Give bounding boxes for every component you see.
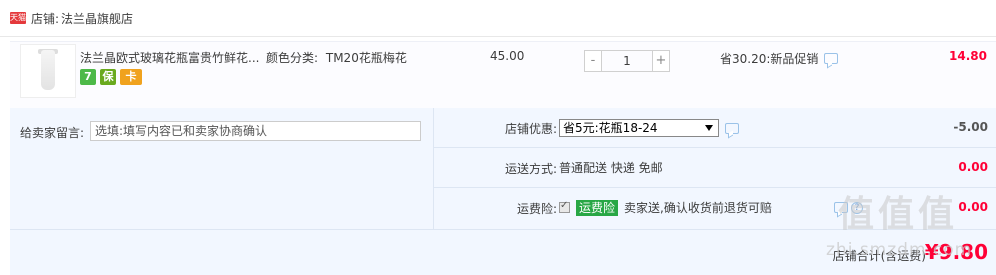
discount-select[interactable]: 省5元:花瓶18-24 (559, 119, 719, 137)
discount-selected: 省5元:花瓶18-24 (563, 121, 658, 135)
credit-card-icon[interactable]: 卡 (120, 69, 142, 85)
shop-label: 店铺: (31, 11, 60, 26)
insurance-row: 运费险: 运费险 卖家送,确认收货前退货可赔 ? 0.00 (434, 188, 996, 228)
guarantee-icon[interactable]: 保 (100, 69, 116, 85)
insurance-chat-icon[interactable] (834, 202, 848, 213)
unit-price: 45.00 (490, 49, 525, 63)
dropdown-arrow-icon (705, 125, 713, 131)
seven-day-return-icon[interactable]: 7 (80, 69, 96, 85)
total-label: 店铺合计(含运费) (832, 249, 926, 263)
shipping-label: 运送方式: (504, 162, 557, 176)
help-icon[interactable]: ? (851, 202, 863, 214)
discount-label: 店铺优惠: (504, 122, 557, 136)
shop-name-link[interactable]: 法兰晶旗舰店 (61, 10, 133, 27)
discount-content: 省5元:花瓶18-24 (559, 119, 739, 137)
discount-chat-icon[interactable] (725, 122, 739, 134)
tmall-badge: 天猫 (10, 12, 26, 24)
message-label: 给卖家留言: (20, 126, 85, 140)
chat-icon[interactable] (824, 53, 839, 64)
shipping-amount: 0.00 (958, 160, 988, 174)
shipping-method: 普通配送 快递 免邮 (559, 161, 663, 175)
promo-info: 省30.20:新品促销 (720, 50, 839, 67)
service-icons: 7 保 卡 (80, 69, 142, 85)
cart-item-row: 法兰晶欧式玻璃花瓶富贵竹鲜花... 颜色分类: TM20花瓶梅花 7 保 卡 4… (10, 41, 996, 108)
seller-message-input[interactable]: 选填:填写内容已和卖家协商确认 (90, 121, 421, 141)
shipping-row: 运送方式: 普通配送 快递 免邮 0.00 (434, 148, 996, 188)
vase-image (41, 50, 55, 90)
sku-label: 颜色分类: (266, 51, 319, 65)
insurance-desc: 卖家送,确认收货前退货可赔 (624, 201, 772, 215)
quantity-increase-button[interactable]: + (652, 50, 670, 72)
quantity-input[interactable]: 1 (602, 50, 652, 72)
promo-note: 省30.20:新品促销 (720, 52, 819, 66)
insurance-content: 运费险 卖家送,确认收货前退货可赔 (559, 199, 772, 216)
quantity-decrease-button[interactable]: - (584, 50, 602, 72)
shipping-content: 普通配送 快递 免邮 (559, 159, 663, 176)
insurance-icons: ? (834, 202, 863, 214)
insurance-label: 运费险: (516, 202, 557, 216)
seller-message-block: 给卖家留言: 选填:填写内容已和卖家协商确认 (10, 108, 432, 229)
product-thumbnail[interactable] (20, 44, 76, 98)
sku-info: 颜色分类: TM20花瓶梅花 (266, 49, 407, 66)
item-subtotal: 14.80 (949, 49, 987, 63)
order-options: 店铺优惠: 省5元:花瓶18-24 -5.00 运送方式: 普通配送 快递 免邮… (433, 108, 996, 229)
insurance-tag: 运费险 (576, 199, 619, 216)
quantity-stepper: - 1 + (584, 50, 670, 72)
insurance-amount: 0.00 (958, 200, 988, 214)
sku-value: TM20花瓶梅花 (325, 51, 407, 65)
insurance-checkbox[interactable] (559, 200, 570, 213)
product-title-link[interactable]: 法兰晶欧式玻璃花瓶富贵竹鲜花... (80, 49, 262, 66)
shop-total-bar: 店铺合计(含运费) ¥9.80 (10, 229, 996, 275)
discount-amount: -5.00 (953, 120, 988, 134)
shop-discount-row: 店铺优惠: 省5元:花瓶18-24 -5.00 (434, 108, 996, 148)
total-amount: ¥9.80 (924, 240, 988, 264)
shop-header: 天猫 店铺: 法兰晶旗舰店 (0, 0, 996, 37)
order-extras-panel: 给卖家留言: 选填:填写内容已和卖家协商确认 店铺优惠: 省5元:花瓶18-24… (10, 108, 996, 275)
